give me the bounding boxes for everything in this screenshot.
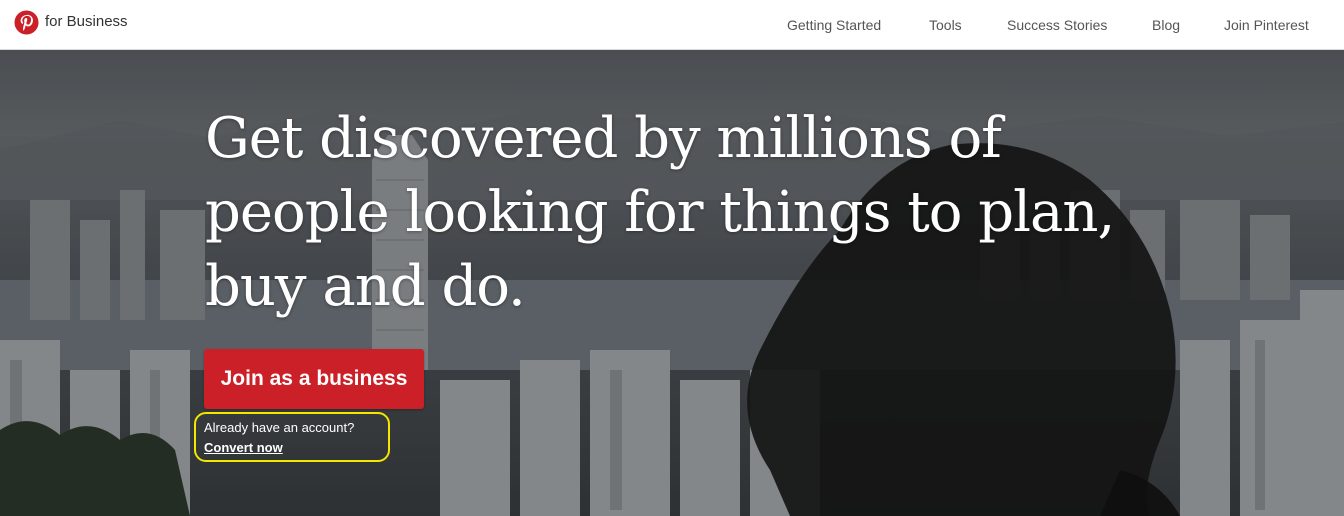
join-as-business-button[interactable]: Join as a business — [204, 349, 424, 409]
nav-getting-started[interactable]: Getting Started — [787, 17, 881, 33]
convert-now-link[interactable]: Convert now — [204, 440, 283, 455]
nav-tools[interactable]: Tools — [929, 17, 962, 33]
top-navigation-bar: for Business Getting Started Tools Succe… — [0, 0, 1344, 50]
nav-join-pinterest[interactable]: Join Pinterest — [1224, 17, 1309, 33]
pinterest-logo-icon[interactable] — [14, 10, 39, 35]
hero-headline: Get discovered by millions of people loo… — [205, 106, 1115, 319]
nav-success-stories[interactable]: Success Stories — [1007, 17, 1107, 33]
brand-text[interactable]: for Business — [45, 13, 128, 30]
nav-blog[interactable]: Blog — [1152, 17, 1180, 33]
already-have-account-text: Already have an account? — [204, 420, 355, 435]
